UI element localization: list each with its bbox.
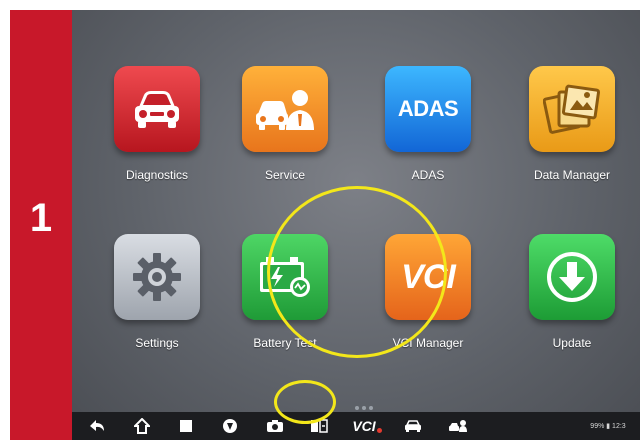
app-data-manager[interactable]: Data Manager xyxy=(512,66,632,182)
app-label: Service xyxy=(264,168,305,182)
app-label: ADAS xyxy=(411,168,445,182)
status-text: 99% ▮ 12:3 xyxy=(590,423,626,430)
car-icon[interactable] xyxy=(402,417,424,435)
app-settings[interactable]: Settings xyxy=(97,234,217,350)
photo-folder-icon xyxy=(529,66,615,152)
back-icon[interactable] xyxy=(86,417,108,435)
browser-icon[interactable] xyxy=(219,417,241,435)
gear-icon xyxy=(114,234,200,320)
taskbar-vci-highlight-circle xyxy=(274,380,336,424)
page-indicator xyxy=(355,406,373,410)
recent-apps-icon[interactable] xyxy=(175,417,197,435)
vci-status-dot xyxy=(376,427,382,433)
step-indicator: 1 xyxy=(10,10,72,440)
app-label: Diagnostics xyxy=(125,168,189,182)
download-arrow-icon xyxy=(529,234,615,320)
car-icon xyxy=(114,66,200,152)
app-adas[interactable]: ADAS ADAS xyxy=(368,66,488,182)
step-number: 1 xyxy=(29,195,53,240)
car-mechanic-icon xyxy=(242,66,328,152)
vci-manager-highlight-circle xyxy=(267,186,447,358)
taskbar-vci-label: VCI xyxy=(352,418,376,434)
app-label: Data Manager xyxy=(533,168,611,182)
adas-icon: ADAS xyxy=(385,66,471,152)
adas-icon-text: ADAS xyxy=(397,96,459,121)
taskbar: VCI 99% ▮ 12:3 xyxy=(72,412,640,440)
app-diagnostics[interactable]: Diagnostics xyxy=(97,66,217,182)
vci-status-icon[interactable]: VCI xyxy=(349,417,385,435)
screenshot-frame: 1 Diagnostics Service ADAS ADAS Data Man… xyxy=(0,0,640,440)
app-label: Settings xyxy=(135,336,179,350)
camera-icon[interactable] xyxy=(264,417,286,435)
app-update[interactable]: Update xyxy=(512,234,632,350)
app-service[interactable]: Service xyxy=(225,66,345,182)
home-icon[interactable] xyxy=(131,417,153,435)
app-label: Update xyxy=(552,336,592,350)
mechanic-icon[interactable] xyxy=(447,417,469,435)
status-area: 99% ▮ 12:3 xyxy=(578,417,638,435)
